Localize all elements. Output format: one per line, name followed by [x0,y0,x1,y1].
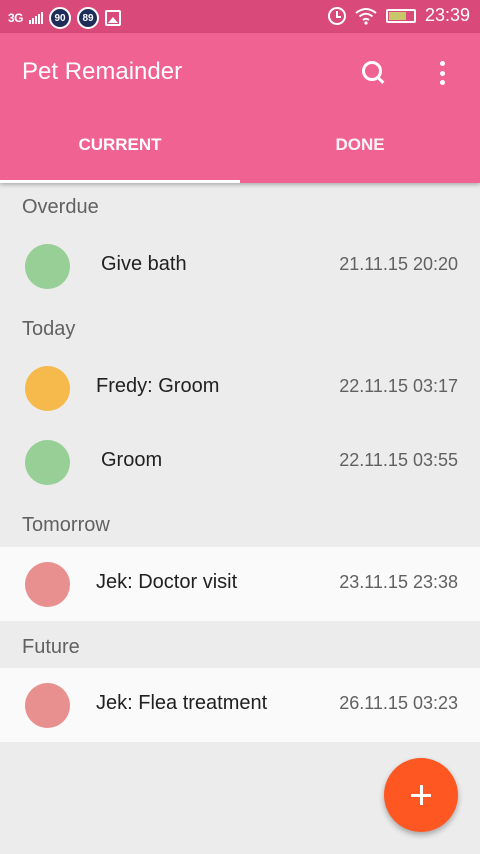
add-reminder-button[interactable] [384,758,458,832]
search-icon[interactable] [358,57,388,87]
alarm-icon [327,6,346,25]
notification-badge: 89 [77,7,100,29]
section-header-future: Future [22,636,80,658]
tab-done[interactable]: DONE [240,125,480,183]
network-type: 3G [8,11,24,25]
tab-label: DONE [335,135,385,154]
reminder-row[interactable]: Jek: Flea treatment 26.11.15 03:23 [0,668,480,742]
reminder-date: 22.11.15 03:55 [339,450,458,470]
reminder-title: Fredy: Groom [96,375,220,397]
status-dot [25,366,70,411]
tab-label: CURRENT [78,135,162,154]
status-right: 23:39 [327,5,470,26]
reminder-row[interactable]: Jek: Doctor visit 23.11.15 23:38 [0,547,480,621]
status-dot [25,683,70,728]
wifi-icon [355,7,377,25]
section-header-tomorrow: Tomorrow [22,514,110,536]
reminder-date: 26.11.15 03:23 [339,693,458,713]
reminder-row[interactable]: Groom 22.11.15 03:55 [0,425,480,499]
clock: 23:39 [424,5,470,25]
reminder-row[interactable]: Give bath 21.11.15 20:20 [0,229,480,303]
reminder-date: 23.11.15 23:38 [339,572,458,592]
reminder-title: Jek: Flea treatment [96,692,268,714]
notification-badge: 90 [49,7,72,29]
reminder-title: Jek: Doctor visit [96,571,238,593]
app-title: Pet Remainder [22,58,183,85]
tab-indicator [0,180,240,183]
image-icon [105,10,122,26]
status-dot [25,244,70,289]
tab-current[interactable]: CURRENT [0,125,240,183]
section-header-overdue: Overdue [22,196,99,218]
reminder-title: Groom [101,449,163,471]
battery-icon [385,8,416,23]
status-dot [25,440,70,485]
status-dot [25,562,70,607]
status-left: 3G 90 89 [8,7,122,29]
status-bar: 3G 90 89 23:39 [0,0,480,33]
battery-level [388,11,406,20]
reminder-title: Give bath [101,253,187,275]
reminder-date: 22.11.15 03:17 [339,376,458,396]
reminder-date: 21.11.15 20:20 [339,254,458,274]
signal-icon [29,12,44,24]
app-bar: Pet Remainder CURRENT DONE [0,33,480,183]
section-header-today: Today [22,318,76,340]
more-vert-icon[interactable] [432,59,452,87]
reminder-row[interactable]: Fredy: Groom 22.11.15 03:17 [0,351,480,425]
